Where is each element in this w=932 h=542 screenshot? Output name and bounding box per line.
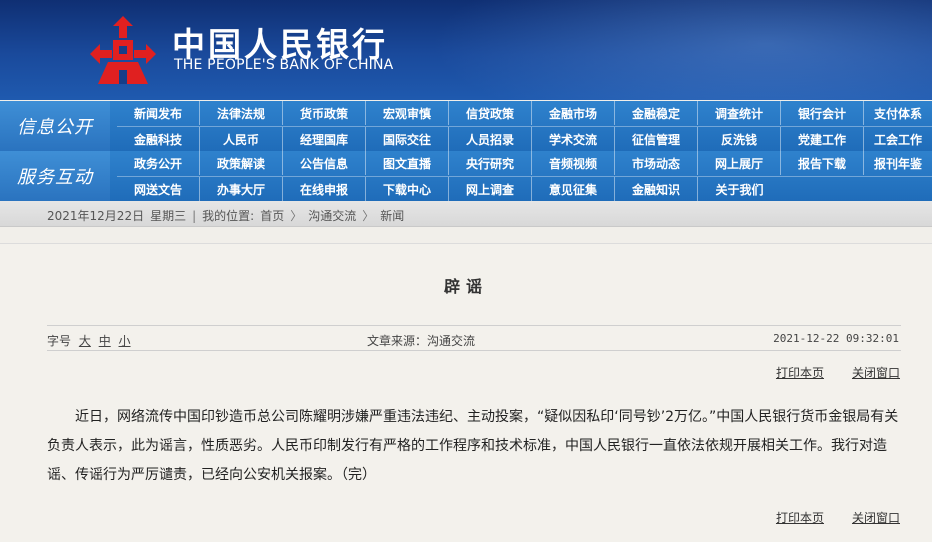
nav-item[interactable]: 网上调查 bbox=[449, 177, 532, 201]
nav-item[interactable]: 央行研究 bbox=[449, 151, 532, 175]
nav-item[interactable]: 信贷政策 bbox=[449, 101, 532, 125]
breadcrumb-news[interactable]: 新闻 bbox=[380, 207, 404, 224]
nav-item[interactable]: 货币政策 bbox=[283, 101, 366, 125]
font-size-controls: 字号 大 中 小 bbox=[47, 332, 131, 349]
nav-item[interactable]: 网上展厅 bbox=[698, 151, 781, 175]
nav-item[interactable]: 人员招录 bbox=[449, 127, 532, 151]
article-tools-bottom: 打印本页 关闭窗口 bbox=[776, 509, 900, 526]
print-page-link[interactable]: 打印本页 bbox=[776, 509, 824, 526]
nav-item[interactable]: 人民币 bbox=[200, 127, 283, 151]
chevron-right-icon: 〉 bbox=[362, 209, 375, 223]
breadcrumb-communication[interactable]: 沟通交流 bbox=[308, 207, 356, 224]
nav-info-label: 信息公开 bbox=[0, 101, 110, 151]
nav-service-label: 服务互动 bbox=[0, 151, 110, 201]
current-date: 2021年12月22日 bbox=[47, 209, 145, 223]
nav-item[interactable]: 政策解读 bbox=[200, 151, 283, 175]
nav-item[interactable]: 报告下载 bbox=[781, 151, 864, 175]
nav-item[interactable]: 市场动态 bbox=[615, 151, 698, 175]
breadcrumb-home[interactable]: 首页 bbox=[260, 207, 284, 224]
nav-item[interactable]: 反洗钱 bbox=[698, 127, 781, 151]
nav-item[interactable]: 金融稳定 bbox=[615, 101, 698, 125]
article-title: 辟谣 bbox=[443, 277, 488, 296]
nav-item[interactable]: 网送文告 bbox=[117, 177, 200, 201]
nav-info-grid: 新闻发布 法律法规 货币政策 宏观审慎 信贷政策 金融市场 金融稳定 调查统计 … bbox=[117, 101, 932, 151]
nav-service: 服务互动 政务公开 政策解读 公告信息 图文直播 央行研究 音频视频 市场动态 … bbox=[0, 151, 932, 201]
nav-item[interactable]: 银行会计 bbox=[781, 101, 864, 125]
nav-item[interactable]: 宏观审慎 bbox=[366, 101, 449, 125]
article-datetime: 2021-12-22 09:32:01 bbox=[773, 332, 899, 345]
font-small-link[interactable]: 小 bbox=[119, 334, 131, 348]
nav-item[interactable]: 公告信息 bbox=[283, 151, 366, 175]
article-body: 近日，网络流传中国印钞造币总公司陈耀明涉嫌严重违法违纪、主动投案，“疑似因私印‘… bbox=[47, 409, 899, 483]
nav-item[interactable]: 金融科技 bbox=[117, 127, 200, 151]
nav-item[interactable]: 关于我们 bbox=[698, 177, 781, 201]
nav-item[interactable]: 意见征集 bbox=[532, 177, 615, 201]
nav-item[interactable]: 图文直播 bbox=[366, 151, 449, 175]
font-medium-link[interactable]: 中 bbox=[99, 334, 111, 348]
chevron-right-icon: 〉 bbox=[290, 209, 303, 223]
article-info-bar: 字号 大 中 小 文章来源：沟通交流 2021-12-22 09:32:01 bbox=[47, 325, 901, 351]
font-large-link[interactable]: 大 bbox=[79, 334, 91, 348]
location-label: 我的位置: bbox=[202, 209, 255, 223]
current-weekday: 星期三 bbox=[150, 209, 187, 223]
banner-glow bbox=[430, 0, 932, 100]
nav-item[interactable]: 下载中心 bbox=[366, 177, 449, 201]
nav-item[interactable]: 新闻发布 bbox=[117, 101, 200, 125]
nav-item[interactable]: 工会工作 bbox=[864, 127, 932, 151]
nav-info-public: 信息公开 新闻发布 法律法规 货币政策 宏观审慎 信贷政策 金融市场 金融稳定 … bbox=[0, 101, 932, 151]
print-page-link[interactable]: 打印本页 bbox=[776, 364, 824, 381]
nav-item[interactable]: 国际交往 bbox=[366, 127, 449, 151]
nav-item[interactable]: 政务公开 bbox=[117, 151, 200, 175]
breadcrumb: 2021年12月22日 星期三 | 我的位置: 首页 〉 沟通交流 〉 新闻 bbox=[0, 201, 932, 227]
bank-name-en: THE PEOPLE'S BANK OF CHINA bbox=[174, 57, 394, 73]
nav-item[interactable]: 报刊年鉴 bbox=[864, 151, 932, 175]
nav-item[interactable]: 学术交流 bbox=[532, 127, 615, 151]
nav-item[interactable]: 法律法规 bbox=[200, 101, 283, 125]
nav-item[interactable]: 金融知识 bbox=[615, 177, 698, 201]
nav-item[interactable]: 经理国库 bbox=[283, 127, 366, 151]
nav-service-grid: 政务公开 政策解读 公告信息 图文直播 央行研究 音频视频 市场动态 网上展厅 … bbox=[117, 151, 932, 201]
nav-item[interactable]: 调查统计 bbox=[698, 101, 781, 125]
site-banner: 中国人民银行 THE PEOPLE'S BANK OF CHINA bbox=[0, 0, 932, 100]
nav-item[interactable]: 办事大厅 bbox=[200, 177, 283, 201]
nav-item[interactable]: 金融市场 bbox=[532, 101, 615, 125]
close-window-link[interactable]: 关闭窗口 bbox=[852, 509, 900, 526]
nav-item[interactable]: 党建工作 bbox=[781, 127, 864, 151]
nav-item[interactable]: 音频视频 bbox=[532, 151, 615, 175]
nav-item[interactable]: 征信管理 bbox=[615, 127, 698, 151]
nav-item[interactable]: 支付体系 bbox=[864, 101, 932, 125]
font-size-label: 字号 bbox=[47, 334, 72, 348]
pboc-logo-icon[interactable] bbox=[86, 14, 160, 86]
nav-item[interactable]: 在线申报 bbox=[283, 177, 366, 201]
article-source: 文章来源：沟通交流 bbox=[367, 334, 476, 348]
article-tools-top: 打印本页 关闭窗口 bbox=[776, 364, 900, 381]
close-window-link[interactable]: 关闭窗口 bbox=[852, 364, 900, 381]
breadcrumb-divider: | bbox=[192, 208, 197, 223]
